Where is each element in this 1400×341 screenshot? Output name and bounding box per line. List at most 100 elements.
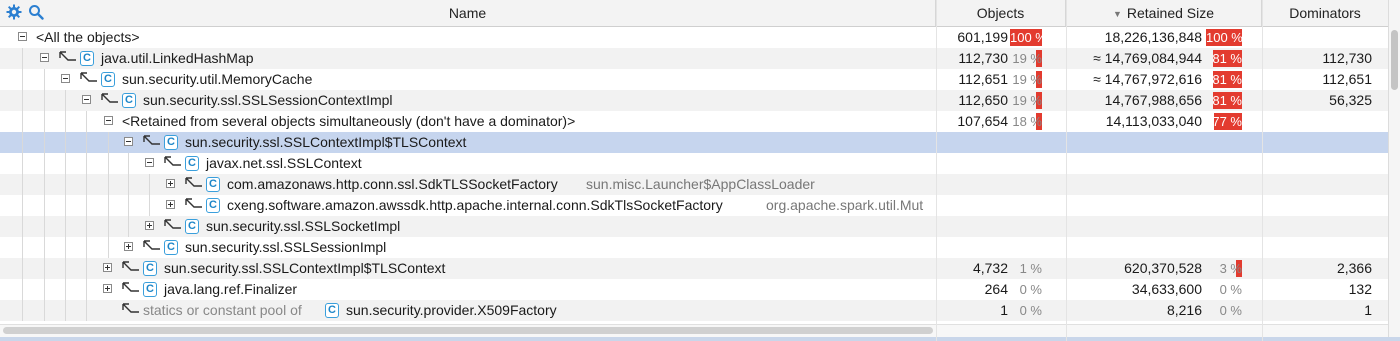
objects-percent-label: 19 % xyxy=(1012,72,1042,87)
collapse-toggle[interactable] xyxy=(40,53,49,62)
dominators-count: 1 xyxy=(1364,302,1372,318)
object-name-label: cxeng.software.amazon.awssdk.http.apache… xyxy=(227,197,723,213)
vertical-scrollbar[interactable] xyxy=(1388,0,1400,341)
search-icon[interactable] xyxy=(28,4,44,20)
table-row[interactable]: Ccom.amazonaws.http.conn.ssl.SdkTLSSocke… xyxy=(0,174,1388,195)
retained-percent-label: 81 % xyxy=(1212,51,1242,66)
class-icon: C xyxy=(80,51,94,66)
retained-size-value: 34,633,600 xyxy=(1131,281,1202,297)
object-name-label: javax.net.ssl.SSLContext xyxy=(206,155,362,171)
expand-toggle[interactable] xyxy=(103,263,112,272)
table-row[interactable]: Cjavax.net.ssl.SSLContext xyxy=(0,153,1388,174)
collapse-toggle[interactable] xyxy=(145,158,154,167)
name-cell: Cjava.lang.ref.Finalizer xyxy=(0,279,935,300)
collapse-toggle[interactable] xyxy=(124,137,133,146)
sort-descending-icon: ▼ xyxy=(1112,9,1122,19)
table-row[interactable]: Csun.security.ssl.SSLContextImpl$TLSCont… xyxy=(0,258,1388,279)
class-icon: C xyxy=(143,282,157,297)
table-row[interactable]: Csun.security.ssl.SSLContextImpl$TLSCont… xyxy=(0,132,1388,153)
dominators-count: 132 xyxy=(1348,281,1372,297)
name-cell: Cjavax.net.ssl.SSLContext xyxy=(0,153,935,174)
class-icon: C xyxy=(122,93,136,108)
column-header-dominators[interactable]: Dominators xyxy=(1262,0,1388,26)
objects-count: 112,650 xyxy=(958,92,1008,108)
table-row[interactable]: <All the objects> 601,199 100 % 18,226,136,… xyxy=(0,27,1388,48)
horizontal-scrollbar[interactable] xyxy=(0,324,1388,337)
expand-toggle[interactable] xyxy=(124,242,133,251)
retained-size-value: 8,216 xyxy=(1166,302,1202,318)
object-name-label: <Retained from several objects simultane… xyxy=(122,113,576,129)
class-icon: C xyxy=(164,240,178,255)
column-divider xyxy=(936,0,937,341)
retained-percent-label: 100 % xyxy=(1206,30,1243,45)
statics-prefix-label: statics or constant pool of xyxy=(143,302,302,318)
collapse-toggle[interactable] xyxy=(82,95,91,104)
object-name-label: com.amazonaws.http.conn.ssl.SdkTLSSocket… xyxy=(227,176,558,192)
table-row[interactable]: statics or constant pool of Csun.security… xyxy=(0,300,1388,321)
objects-percent-label: 100 % xyxy=(1010,30,1047,45)
objects-count: 601,199 xyxy=(957,29,1008,45)
name-cell: Cjava.util.LinkedHashMap xyxy=(0,48,935,69)
bottom-divider xyxy=(0,337,1400,341)
class-icon: C xyxy=(143,261,157,276)
name-cell: Csun.security.util.MemoryCache xyxy=(0,69,935,90)
reference-arrow-icon xyxy=(121,301,141,319)
name-cell: Csun.security.ssl.SSLSessionContextImpl xyxy=(0,90,935,111)
name-cell: Csun.security.ssl.SSLSocketImpl xyxy=(0,216,935,237)
collapse-toggle[interactable] xyxy=(61,74,70,83)
expand-toggle[interactable] xyxy=(166,200,175,209)
reference-arrow-icon xyxy=(184,175,204,193)
object-name-label: sun.security.ssl.SSLContextImpl$TLSConte… xyxy=(164,260,446,276)
class-icon: C xyxy=(101,72,115,87)
dominators-count: 56,325 xyxy=(1329,92,1372,108)
table-row[interactable]: Csun.security.ssl.SSLSocketImpl xyxy=(0,216,1388,237)
table-row[interactable]: Cjava.util.LinkedHashMap 112,730 19 % ≈ 14,… xyxy=(0,48,1388,69)
horizontal-scrollbar-thumb[interactable] xyxy=(3,327,933,334)
table-row[interactable]: Csun.security.ssl.SSLSessionImpl xyxy=(0,237,1388,258)
expand-toggle[interactable] xyxy=(166,179,175,188)
objects-count: 1 xyxy=(1000,302,1008,318)
object-tree-table: <All the objects> 601,199 100 % 18,226,136,… xyxy=(0,27,1388,321)
vertical-scrollbar-thumb[interactable] xyxy=(1391,30,1398,90)
name-cell: Csun.security.ssl.SSLSessionImpl xyxy=(0,237,935,258)
objects-count: 112,730 xyxy=(958,50,1008,66)
object-name-label: sun.security.ssl.SSLContextImpl$TLSConte… xyxy=(185,134,467,150)
object-name-label: java.util.LinkedHashMap xyxy=(101,50,254,66)
retained-size-value: 14,113,033,040 xyxy=(1105,113,1202,129)
reference-arrow-icon xyxy=(142,238,162,256)
reference-arrow-icon xyxy=(79,70,99,88)
expand-toggle[interactable] xyxy=(103,284,112,293)
table-row[interactable]: <Retained from several objects simultane… xyxy=(0,111,1388,132)
retained-percent-label: 0 % xyxy=(1219,303,1242,318)
object-name-label: sun.security.ssl.SSLSessionImpl xyxy=(185,239,387,255)
table-row[interactable]: Csun.security.ssl.SSLSessionContextImpl 1… xyxy=(0,90,1388,111)
column-header-retained-size[interactable]: ▼ Retained Size xyxy=(1066,0,1262,26)
collapse-toggle[interactable] xyxy=(104,116,113,125)
classloader-label: sun.misc.Launcher$AppClassLoader xyxy=(586,176,815,192)
retained-size-value: ≈ 14,767,972,616 xyxy=(1093,71,1202,87)
object-name-label: sun.security.ssl.SSLSessionContextImpl xyxy=(143,92,393,108)
expand-toggle[interactable] xyxy=(145,221,154,230)
retained-percent-label: 81 % xyxy=(1212,93,1242,108)
table-row[interactable]: Ccxeng.software.amazon.awssdk.http.apach… xyxy=(0,195,1388,216)
reference-arrow-icon xyxy=(184,196,204,214)
gear-icon[interactable] xyxy=(6,4,22,20)
name-cell: <All the objects> xyxy=(0,27,935,48)
object-name-label: sun.security.ssl.SSLSocketImpl xyxy=(206,218,401,234)
objects-percent-label: 1 % xyxy=(1019,261,1042,276)
collapse-toggle[interactable] xyxy=(18,32,27,41)
class-icon: C xyxy=(206,198,220,213)
reference-arrow-icon xyxy=(163,217,183,235)
class-icon: C xyxy=(325,303,339,318)
column-header-name[interactable]: Name xyxy=(0,0,936,26)
object-name-label: java.lang.ref.Finalizer xyxy=(164,281,298,297)
table-row[interactable]: Cjava.lang.ref.Finalizer 264 0 % 34,633,600… xyxy=(0,279,1388,300)
name-cell: Csun.security.ssl.SSLContextImpl$TLSCont… xyxy=(0,258,935,279)
retained-percent-label: 0 % xyxy=(1219,282,1242,297)
classloader-label: org.apache.spark.util.Mut xyxy=(766,197,924,213)
reference-arrow-icon xyxy=(121,259,141,277)
retained-percent-label: 77 % xyxy=(1212,114,1242,129)
objects-percent-label: 19 % xyxy=(1012,51,1042,66)
table-row[interactable]: Csun.security.util.MemoryCache 112,651 19 … xyxy=(0,69,1388,90)
column-header-objects[interactable]: Objects xyxy=(936,0,1066,26)
